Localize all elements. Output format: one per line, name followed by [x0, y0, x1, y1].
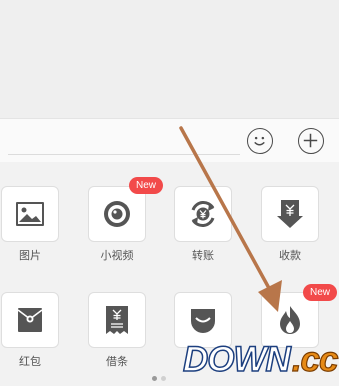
image-label: 图片	[19, 249, 41, 262]
chat-area	[0, 0, 339, 118]
page-indicator-dot	[161, 376, 166, 381]
red-packet-button[interactable]	[1, 292, 59, 348]
watermark-tld: .cc	[291, 339, 339, 379]
short-video-button[interactable]	[88, 186, 146, 242]
iou-button[interactable]	[88, 292, 146, 348]
video-camera-icon	[104, 201, 130, 227]
smile-bag-icon	[191, 309, 215, 333]
emoji-button[interactable]	[247, 128, 273, 154]
input-bar	[0, 118, 339, 163]
transfer-button[interactable]	[174, 186, 232, 242]
image-icon	[16, 202, 44, 226]
transfer-label: 转账	[192, 249, 214, 262]
page-indicator-dot-active	[152, 376, 157, 381]
more-functions-button[interactable]	[298, 128, 324, 154]
plus-icon	[303, 133, 318, 148]
red-packet-icon	[17, 308, 43, 332]
receive-money-icon	[277, 200, 303, 228]
watermark-logo: DOWN .cc	[182, 339, 339, 380]
transfer-icon	[191, 201, 215, 227]
receive-money-label: 收款	[279, 249, 301, 262]
watermark-main: DOWN	[182, 339, 291, 380]
smiley-face-icon	[254, 136, 265, 146]
image-button[interactable]	[1, 186, 59, 242]
receive-money-button[interactable]	[261, 186, 319, 242]
red-packet-label: 红包	[19, 355, 41, 368]
new-badge: New	[129, 177, 164, 194]
new-badge: New	[303, 284, 338, 301]
iou-label: 借条	[106, 355, 128, 368]
flame-icon	[280, 306, 300, 334]
message-input[interactable]	[8, 154, 240, 155]
short-video-label: 小视频	[100, 249, 134, 262]
iou-receipt-icon	[106, 306, 128, 334]
